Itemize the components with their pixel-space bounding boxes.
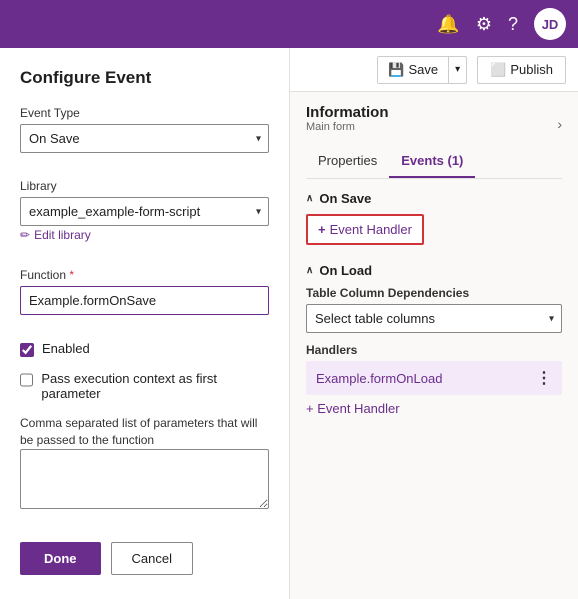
panel-title: Configure Event <box>20 68 269 88</box>
library-field: Library example_example-form-script ▾ ✏ … <box>20 179 269 242</box>
handler-row: Example.formOnLoad ⋮ <box>306 361 562 395</box>
done-button[interactable]: Done <box>20 542 101 575</box>
tabs: Properties Events (1) <box>306 145 562 179</box>
on-load-section-header: ∧ On Load <box>306 263 562 278</box>
library-select-wrapper: example_example-form-script ▾ <box>20 197 269 226</box>
publish-icon: ⬜ <box>490 62 506 78</box>
handlers-field: Handlers Example.formOnLoad ⋮ + Event Ha… <box>306 343 562 416</box>
right-toolbar: 💾 Save ▾ ⬜ Publish <box>290 48 578 92</box>
handlers-label: Handlers <box>306 343 562 357</box>
right-content: Information Main form › Properties Event… <box>290 92 578 599</box>
pencil-icon: ✏ <box>20 228 30 242</box>
right-panel: 💾 Save ▾ ⬜ Publish Information Main form… <box>290 48 578 599</box>
info-expand-icon[interactable]: › <box>557 116 562 132</box>
publish-button[interactable]: ⬜ Publish <box>477 56 566 84</box>
on-load-collapse-icon[interactable]: ∧ <box>306 265 313 276</box>
tab-properties[interactable]: Properties <box>306 145 389 178</box>
enabled-label: Enabled <box>42 341 90 356</box>
enabled-checkbox[interactable] <box>20 343 34 357</box>
top-bar: 🔔 ⚙ ? JD <box>0 0 578 48</box>
help-icon[interactable]: ? <box>508 14 518 35</box>
required-marker: * <box>69 268 74 282</box>
library-label: Library <box>20 179 269 193</box>
handler-menu-icon[interactable]: ⋮ <box>536 368 552 388</box>
save-icon: 💾 <box>388 62 404 78</box>
tab-events[interactable]: Events (1) <box>389 145 475 178</box>
cancel-button[interactable]: Cancel <box>111 542 193 575</box>
pass-context-label: Pass execution context as first paramete… <box>41 371 269 401</box>
event-type-label: Event Type <box>20 106 269 120</box>
gear-icon[interactable]: ⚙ <box>476 14 492 35</box>
on-save-title: On Save <box>319 191 371 206</box>
function-input[interactable]: Example.formOnSave <box>20 286 269 315</box>
bell-icon[interactable]: 🔔 <box>437 14 459 35</box>
on-load-section: ∧ On Load Table Column Dependencies Sele… <box>306 263 562 416</box>
event-type-select-wrapper: On Save ▾ <box>20 124 269 153</box>
pass-context-checkbox[interactable] <box>20 373 33 387</box>
function-label: Function * <box>20 268 269 282</box>
params-label: Comma separated list of parameters that … <box>20 416 257 447</box>
on-save-event-handler-button[interactable]: + Event Handler <box>306 214 424 245</box>
info-header: Information Main form › <box>306 104 562 143</box>
function-field: Function * Example.formOnSave <box>20 268 269 315</box>
info-subtitle: Main form <box>306 121 389 133</box>
avatar[interactable]: JD <box>534 8 566 40</box>
plus-icon: + <box>318 222 326 237</box>
configure-event-panel: Configure Event Event Type On Save ▾ Lib… <box>0 48 290 599</box>
table-column-field: Table Column Dependencies Select table c… <box>306 286 562 333</box>
on-load-title: On Load <box>319 263 372 278</box>
add-handler-label: + Event Handler <box>306 401 400 416</box>
save-dropdown-button[interactable]: ▾ <box>449 59 466 80</box>
event-type-select[interactable]: On Save <box>20 124 269 153</box>
params-textarea[interactable] <box>20 449 269 509</box>
event-type-field: Event Type On Save ▾ <box>20 106 269 153</box>
save-button-group: 💾 Save ▾ <box>377 56 467 84</box>
edit-library-link[interactable]: ✏ Edit library <box>20 228 269 242</box>
on-save-collapse-icon[interactable]: ∧ <box>306 193 313 204</box>
table-column-select-wrapper: Select table columns ▾ <box>306 304 562 333</box>
table-column-label: Table Column Dependencies <box>306 286 562 300</box>
enabled-row: Enabled <box>20 341 269 357</box>
table-column-select[interactable]: Select table columns <box>306 304 562 333</box>
button-row: Done Cancel <box>20 542 269 575</box>
handler-name: Example.formOnLoad <box>316 371 442 386</box>
on-save-section-header: ∧ On Save <box>306 191 562 206</box>
add-handler-link[interactable]: + Event Handler <box>306 401 562 416</box>
library-select[interactable]: example_example-form-script <box>20 197 269 226</box>
event-handler-label: Event Handler <box>330 222 412 237</box>
edit-library-label: Edit library <box>34 228 91 242</box>
save-button[interactable]: 💾 Save <box>378 57 449 83</box>
main-layout: Configure Event Event Type On Save ▾ Lib… <box>0 48 578 599</box>
params-field: Comma separated list of parameters that … <box>20 415 269 512</box>
pass-context-row: Pass execution context as first paramete… <box>20 371 269 401</box>
info-title: Information <box>306 104 389 121</box>
